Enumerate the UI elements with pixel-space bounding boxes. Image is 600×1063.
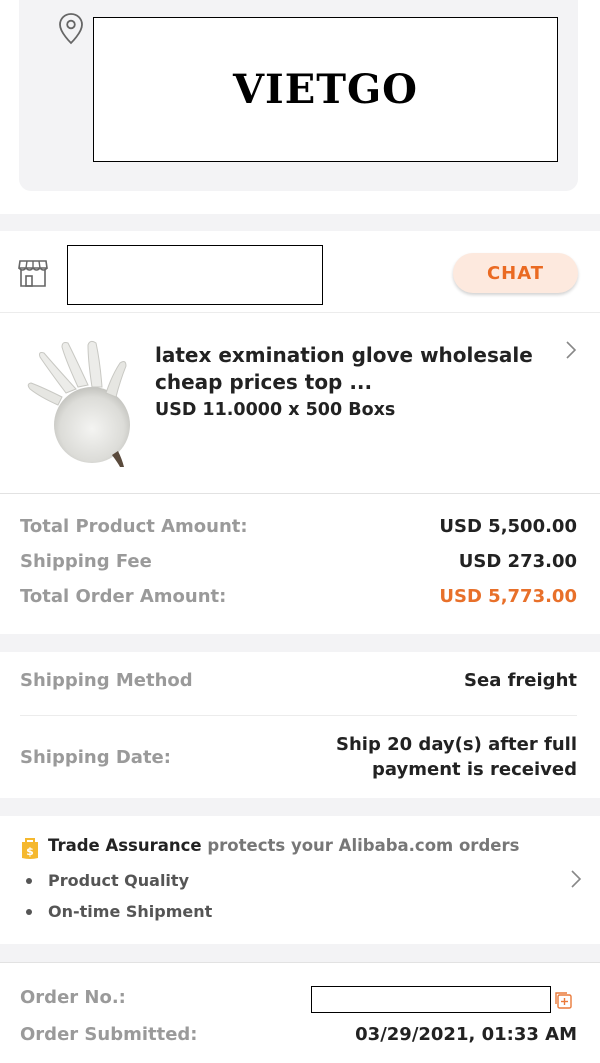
chat-button[interactable]: CHAT [453,253,578,293]
order-submitted-row: Order Submitted: 03/29/2021, 01:33 AM [20,1024,577,1045]
total-product-amount-label: Total Product Amount: [20,516,248,537]
chevron-right-icon[interactable] [563,339,579,361]
total-order-amount-value: USD 5,773.00 [439,586,577,607]
trade-assurance-bullet: Product Quality [26,871,189,890]
trade-assurance-icon: $ [22,838,38,859]
logo-text: VIETGO [232,66,418,113]
shipping-fee-value: USD 273.00 [458,551,577,572]
trade-assurance-bullet: On-time Shipment [26,902,212,921]
store-icon [18,260,48,287]
shipping-date-line-2: payment is received [372,759,577,780]
shipping-date-row: Shipping Date: Ship 20 day(s) after full… [20,732,577,782]
product-image [27,340,130,467]
chevron-right-icon[interactable] [568,868,584,890]
svg-text:$: $ [26,845,34,858]
shipping-date-label: Shipping Date: [20,746,171,768]
divider [20,715,577,716]
bullet-dot [26,908,32,915]
shipping-fee-label: Shipping Fee [20,551,152,572]
order-number-row: Order No.: [20,987,300,1008]
shipping-method-row: Shipping Method Sea freight [20,670,577,691]
bullet-label: Product Quality [48,871,189,890]
shipping-method-label: Shipping Method [20,670,193,691]
address-card[interactable]: VIETGO [19,0,578,191]
bullet-label: On-time Shipment [48,902,213,921]
address-section: VIETGO [0,0,600,214]
order-submitted-label: Order Submitted: [20,1024,198,1045]
seller-section: CHAT [0,231,600,313]
bullet-dot [26,877,32,884]
total-order-amount-label: Total Order Amount: [20,586,227,607]
total-product-amount-value: USD 5,500.00 [439,516,577,537]
total-order-amount-row: Total Order Amount: USD 5,773.00 [20,586,577,607]
shipping-method-value: Sea freight [464,670,577,691]
total-product-amount-row: Total Product Amount: USD 5,500.00 [20,516,577,537]
shipping-date-line-1: Ship 20 day(s) after full [336,734,577,755]
product-price-quantity: USD 11.0000 x 500 Boxs [155,400,396,420]
trade-assurance-title: Trade Assurance [48,836,202,855]
trade-assurance-headline: Trade Assurance protects your Alibaba.co… [48,836,519,855]
shipping-date-value: Ship 20 day(s) after full payment is rec… [336,732,577,782]
order-info-section: Order No.: Order Submitted: 03/29/2021, … [0,962,600,1063]
copy-icon[interactable] [553,990,573,1010]
location-pin-icon [59,13,83,45]
address-redaction-logo: VIETGO [93,17,558,162]
trade-assurance-section[interactable]: $ Trade Assurance protects your Alibaba.… [0,816,600,944]
order-submitted-value: 03/29/2021, 01:33 AM [355,1024,577,1045]
trade-assurance-subtitle: protects your Alibaba.com orders [207,836,520,855]
seller-name-redaction [67,245,323,305]
product-title[interactable]: latex exmination glove wholesale cheap p… [155,342,535,396]
product-item[interactable]: latex exmination glove wholesale cheap p… [0,313,600,493]
shipping-fee-row: Shipping Fee USD 273.00 [20,551,577,572]
order-number-label: Order No.: [20,987,126,1008]
shipping-section: Shipping Method Sea freight Shipping Dat… [0,652,600,798]
order-number-redaction [311,986,551,1013]
order-totals-section: Total Product Amount: USD 5,500.00 Shipp… [0,493,600,634]
